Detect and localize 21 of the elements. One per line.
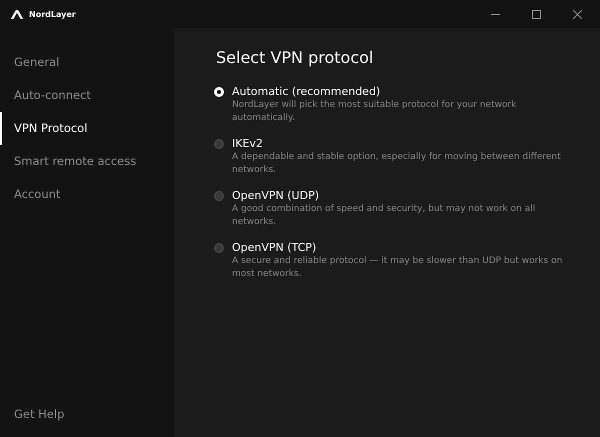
radio-button[interactable] (214, 243, 224, 253)
sidebar-item[interactable]: General (0, 46, 174, 79)
sidebar-item[interactable]: Account (0, 178, 174, 211)
sidebar-item[interactable]: Auto-connect (0, 79, 174, 112)
logo-icon (10, 8, 24, 20)
option-label: OpenVPN (TCP) (232, 241, 318, 255)
maximize-icon[interactable] (532, 10, 541, 18)
option-description: A secure and reliable protocol — it may be slower than UDP but works on most networks. (232, 255, 564, 281)
window-title: NordLayer (29, 10, 76, 18)
option-description: A good combination of speed and security, but may not work on all networks. (232, 203, 536, 229)
option-label: Automatic (recommended) (232, 85, 382, 99)
option-description: NordLayer will pick the most suitable protocol for your network automatically. (232, 99, 518, 125)
sidebar-item[interactable]: Smart remote access (0, 145, 174, 178)
radio-button[interactable] (214, 139, 224, 149)
radio-button[interactable] (214, 191, 224, 201)
page-heading: Select VPN protocol (216, 48, 374, 67)
option-label: IKEv2 (232, 137, 264, 151)
close-icon[interactable] (573, 10, 582, 18)
option-description: A dependable and stable option, especially for moving between different networks. (232, 151, 562, 177)
help-link[interactable]: Get Help (0, 398, 174, 431)
option-label: OpenVPN (UDP) (232, 189, 320, 203)
